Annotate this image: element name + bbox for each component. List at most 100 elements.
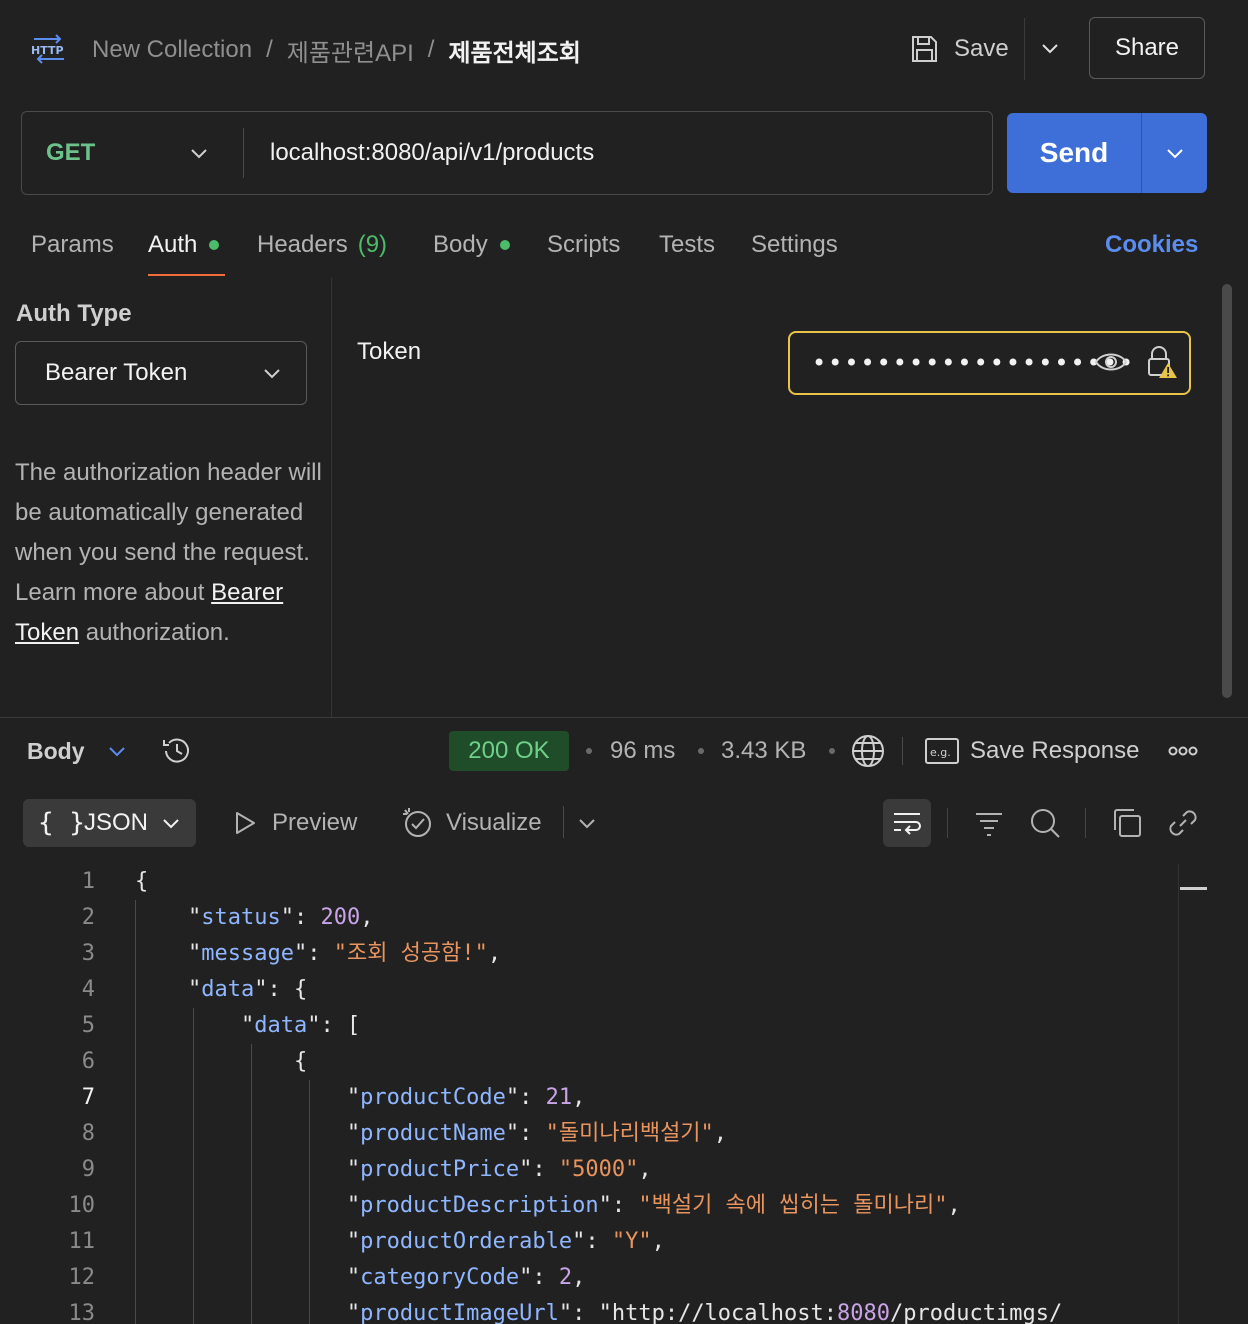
divider [947,808,948,838]
cookies-link[interactable]: Cookies [1105,225,1198,265]
breadcrumb-folder[interactable]: 제품관련API [287,33,414,68]
line-number: 4 [81,977,95,1002]
braces-icon: { } [38,808,85,838]
globe-icon[interactable] [850,733,886,769]
code-line: 12 "categoryCode": 2, [0,1260,1178,1296]
send-options-chevron-icon[interactable] [1164,142,1186,164]
response-size[interactable]: 3.43 KB [721,731,806,771]
visualize-button[interactable]: Visualize [446,803,542,843]
line-number: 5 [81,1013,95,1038]
play-icon[interactable] [232,810,258,836]
code-line: 3 "message": "조회 성공함!", [0,936,1178,972]
save-options-chevron-icon[interactable] [1038,36,1062,60]
share-button[interactable]: Share [1089,17,1205,79]
tab-params[interactable]: Params [31,225,114,265]
code-text: "productPrice": "5000", [346,1157,652,1182]
eg-icon[interactable]: e.g. [925,737,959,765]
tab-settings[interactable]: Settings [751,225,838,265]
chevron-down-icon[interactable] [106,740,128,762]
divider [1024,18,1025,80]
eye-icon[interactable] [1094,347,1128,377]
svg-text:e.g.: e.g. [930,746,951,759]
tab-label: Body [433,231,488,258]
code-text: "productDescription": "백설기 속에 씹히는 돌미나리", [346,1193,961,1218]
code-line: 9 "productPrice": "5000", [0,1152,1178,1188]
url-input[interactable] [270,133,970,173]
visualize-icon[interactable] [401,806,435,840]
auth-type-value: Bearer Token [45,359,188,386]
line-number: 7 [81,1085,95,1110]
copy-icon[interactable] [1110,806,1144,840]
indent-guide [135,900,136,1324]
line-number: 1 [81,869,95,894]
save-button[interactable]: Save [908,28,1009,70]
filter-icon[interactable] [972,806,1006,840]
scrollbar[interactable] [1178,864,1179,1324]
code-line: 5 "data": [ [0,1008,1178,1044]
response-time[interactable]: 96 ms [610,731,675,771]
save-response-button[interactable]: Save Response [970,731,1139,771]
code-line: 10 "productDescription": "백설기 속에 씹히는 돌미나… [0,1188,1178,1224]
request-title[interactable]: 제품전체조회 [448,33,580,68]
breadcrumb-separator: / [266,36,273,63]
link-icon[interactable] [1166,806,1200,840]
save-label: Save [954,35,1009,62]
tab-body[interactable]: Body [433,225,510,265]
line-number: 10 [68,1193,96,1218]
divider [1141,113,1142,193]
more-icon[interactable] [1168,741,1198,761]
code-text: "categoryCode": 2, [346,1265,586,1290]
code-text: "productName": "돌미나리백설기", [346,1121,728,1146]
floppy-icon [912,36,937,62]
scroll-position-marker [1180,887,1207,890]
code-text: "productOrderable": "Y", [346,1229,665,1254]
tab-scripts[interactable]: Scripts [547,225,620,265]
token-label: Token [357,338,422,365]
divider [563,806,564,838]
wrap-icon [894,813,921,835]
separator-dot [698,748,704,754]
line-number: 8 [81,1121,95,1146]
tab-auth[interactable]: Auth [148,225,220,265]
status-dot [499,240,510,250]
preview-button[interactable]: Preview [272,803,357,843]
status-badge[interactable]: 200 OK [449,731,569,771]
divider [902,737,903,765]
tab-label: Headers [257,231,348,258]
line-number: 9 [81,1157,95,1182]
lock-warning-icon[interactable] [1144,345,1178,379]
divider [1085,808,1086,838]
headers-count: (9) [357,231,388,258]
send-button[interactable]: Send [1007,113,1141,193]
format-label: JSON [84,809,149,836]
history-icon[interactable] [160,734,194,768]
code-line: 8 "productName": "돌미나리백설기", [0,1116,1178,1152]
line-number: 11 [68,1229,96,1254]
response-code-view[interactable]: 1{2 "status": 200, 3 "message": "조회 성공함!"… [0,864,1178,1324]
code-text: "message": "조회 성공함!", [187,941,502,966]
breadcrumb-collection[interactable]: New Collection [92,36,252,64]
tab-label: Settings [751,231,838,258]
code-line: 1{ [0,864,1178,900]
scrollbar[interactable] [1222,284,1232,698]
tab-label: Auth [148,231,198,258]
code-text: "productImageUrl": "http://localhost:808… [346,1301,1063,1324]
line-number: 2 [81,905,95,930]
chevron-down-icon [163,819,179,829]
chevron-down-icon[interactable] [188,142,210,164]
active-tab-indicator [148,274,225,276]
breadcrumb-separator: / [427,36,435,63]
code-text: { [135,869,149,894]
chevron-down-icon[interactable] [576,812,598,834]
tab-label: Params [31,231,114,258]
tab-tests[interactable]: Tests [659,225,715,265]
token-masked-value: •••••••••••••••••••• [812,349,1136,377]
tab-label: Tests [659,231,716,258]
tab-label: Scripts [547,231,621,258]
search-icon[interactable] [1028,806,1062,840]
method-select[interactable]: GET [46,133,95,173]
divider [243,128,244,178]
tab-headers[interactable]: Headers (9) [257,225,387,265]
response-view-select[interactable]: Body [27,731,85,771]
code-line: 13 "productImageUrl": "http://localhost:… [0,1296,1178,1324]
